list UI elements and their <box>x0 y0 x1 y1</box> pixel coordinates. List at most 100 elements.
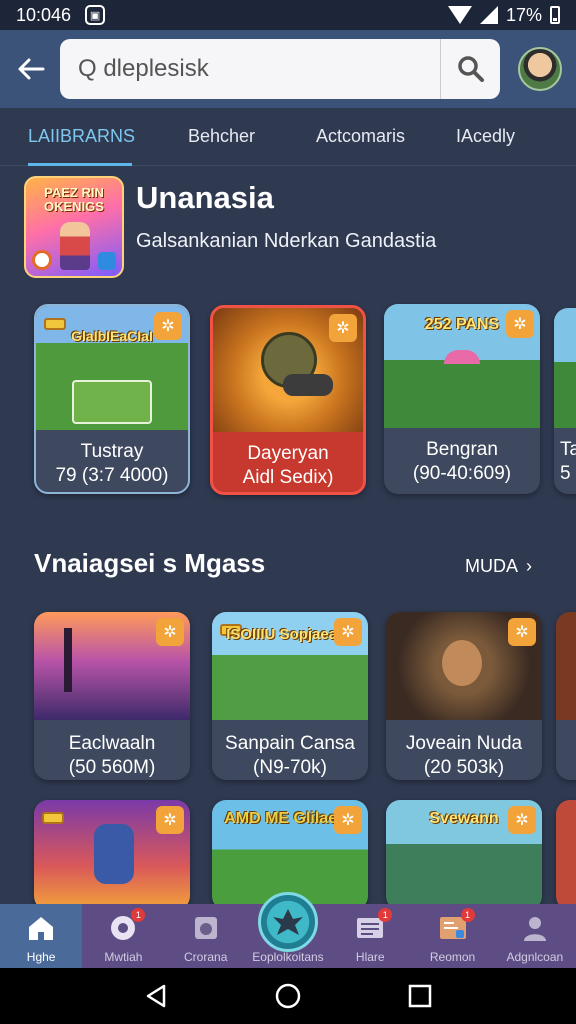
game-size: (20 503k) <box>423 756 505 778</box>
gear-icon[interactable]: ✲ <box>508 618 536 646</box>
system-nav-bar <box>0 968 576 1024</box>
nav-label: Mwtiah <box>104 950 143 964</box>
palm-tree-graphic <box>64 628 72 692</box>
back-button[interactable] <box>14 52 48 86</box>
character-figure <box>60 222 90 270</box>
search-input[interactable] <box>60 55 440 83</box>
back-arrow-icon <box>18 58 45 80</box>
featured-thumbnail: PAEZ RIN OKENIGS <box>24 176 124 278</box>
battery-icon <box>550 6 560 24</box>
warrior-figure <box>442 640 482 686</box>
game-card[interactable]: ✲ <box>34 800 190 910</box>
nav-label: Hghe <box>26 950 56 964</box>
game-size: (50 560M) <box>68 756 156 778</box>
gear-icon[interactable]: ✲ <box>334 806 362 834</box>
nav-item-hlare[interactable]: 1 Hlare <box>329 904 411 968</box>
featured-title: Unanasia <box>136 180 274 215</box>
nav-label: Adgnlcoan <box>506 950 564 964</box>
section-more-label: MUDA <box>464 556 517 576</box>
target-icon <box>32 250 52 270</box>
game-thumbnail: Svewann ✲ <box>386 800 542 910</box>
game-card[interactable]: Svewann ✲ <box>386 800 542 910</box>
back-triangle-icon[interactable] <box>142 982 170 1010</box>
avatar[interactable] <box>518 47 562 91</box>
game-card[interactable]: ISOIIIU Sopjaeasy ✲ Sanpain Cansa (N9-70… <box>212 612 368 780</box>
explore-icon <box>273 909 303 935</box>
nav-label: Hlare <box>355 950 385 964</box>
game-size: 79 (3:7 4000) <box>55 464 169 486</box>
game-size: Aidl Sedix) <box>242 466 334 488</box>
featured-game[interactable]: PAEZ RIN OKENIGS Unanasia Galsankanian N… <box>24 176 436 278</box>
game-thumbnail: ✲ <box>34 612 190 720</box>
gear-icon[interactable]: ✲ <box>506 310 534 338</box>
status-bar: 10:046 ▣ 17% <box>0 0 576 30</box>
game-card[interactable]: GlaIbIEaCIaI ✲ Tustray 79 (3:7 4000) <box>34 304 190 494</box>
camera-icon <box>190 912 222 944</box>
game-card-selected[interactable]: ✲ Dayeryan Aidl Sedix) <box>210 305 366 495</box>
game-size: (N9-70k) <box>253 756 327 778</box>
game-name: Sanpain Cansa <box>225 733 355 754</box>
notification-icon: ▣ <box>85 5 106 25</box>
game-card[interactable]: 252 PANS ✲ Bengran (90-40:609) <box>384 304 540 494</box>
disc-icon: 1 <box>107 908 146 944</box>
wifi-icon <box>447 6 472 24</box>
gear-icon[interactable]: ✲ <box>508 806 536 834</box>
game-thumbnail: GlaIbIEaCIaI ✲ <box>36 306 188 430</box>
game-card[interactable]: ✲ Joveain Nuda (20 503k) <box>386 612 542 780</box>
game-thumbnail <box>556 612 576 720</box>
tab-actcomaris[interactable]: Actcomaris <box>316 108 406 166</box>
game-thumbnail: ✲ <box>386 612 542 720</box>
game-thumbnail: ✲ <box>213 308 363 432</box>
list-icon: 1 <box>354 908 393 944</box>
status-indicators: 17% <box>447 4 560 26</box>
tab-libraries[interactable]: LAIIBRARNS <box>28 108 135 166</box>
battery-text: 17% <box>505 4 542 25</box>
featured-thumb-title: PAEZ RIN OKENIGS <box>44 185 104 215</box>
nav-label: Crorana <box>184 950 228 964</box>
nav-item-account[interactable]: Adgnlcoan <box>494 904 576 968</box>
gear-icon[interactable]: ✲ <box>334 618 362 646</box>
nav-item-home[interactable]: Hghe <box>0 904 83 968</box>
parachute-graphic <box>444 350 480 364</box>
nav-label: Reomon <box>429 950 476 964</box>
game-size: 5 <box>560 462 571 484</box>
game-card-partial[interactable] <box>556 612 576 780</box>
featured-text: Unanasia Galsankanian Nderkan Gandastia <box>136 176 436 278</box>
game-thumbnail: ✲ <box>34 800 190 910</box>
status-time: 10:046 <box>16 4 72 25</box>
tab-bar: LAIIBRARNS Behcher Actcomaris IAcedly <box>0 108 576 166</box>
game-card-partial[interactable] <box>556 800 576 910</box>
search-button[interactable] <box>440 39 500 99</box>
person-icon <box>519 912 551 944</box>
nav-item-reomon[interactable]: 1 Reomon <box>411 904 493 968</box>
search-icon <box>457 56 484 82</box>
explore-fab-button[interactable] <box>258 892 318 952</box>
gear-icon[interactable]: ✲ <box>329 314 357 342</box>
section-more-link[interactable]: MUDA › <box>465 556 532 577</box>
nav-item-mwtiah[interactable]: 1 Mwtiah <box>82 904 164 968</box>
chevron-right-icon: › <box>526 556 532 576</box>
robot-figure <box>94 824 134 884</box>
notification-badge: 1 <box>378 908 393 922</box>
tab-behcher[interactable]: Behcher <box>188 108 256 166</box>
game-thumbnail: ISOIIIU Sopjaeasy ✲ <box>212 612 368 720</box>
notification-badge: 1 <box>131 908 146 922</box>
board-icon: 1 <box>437 908 475 944</box>
game-card-partial[interactable]: Ta 5 <box>554 308 576 494</box>
recents-square-icon[interactable] <box>406 982 434 1010</box>
gear-icon[interactable]: ✲ <box>156 806 184 834</box>
featured-subtitle: Galsankanian Nderkan Gandastia <box>136 230 437 252</box>
gear-icon[interactable]: ✲ <box>154 312 182 340</box>
gear-icon[interactable]: ✲ <box>156 618 184 646</box>
nav-item-crorana[interactable]: Crorana <box>165 904 247 968</box>
game-name: Joveain Nuda <box>405 733 523 754</box>
tab-iacedly[interactable]: IAcedly <box>456 108 526 166</box>
home-icon <box>25 912 57 944</box>
home-circle-icon[interactable] <box>274 982 302 1010</box>
game-card[interactable]: ✲ Eaclwaaln (50 560M) <box>34 612 190 780</box>
field-graphic <box>72 380 152 424</box>
game-name: Tustray <box>80 441 144 462</box>
game-size: (90-40:609) <box>412 462 512 484</box>
platform-icon <box>98 252 116 270</box>
game-thumbnail: 252 PANS ✲ <box>384 304 540 428</box>
